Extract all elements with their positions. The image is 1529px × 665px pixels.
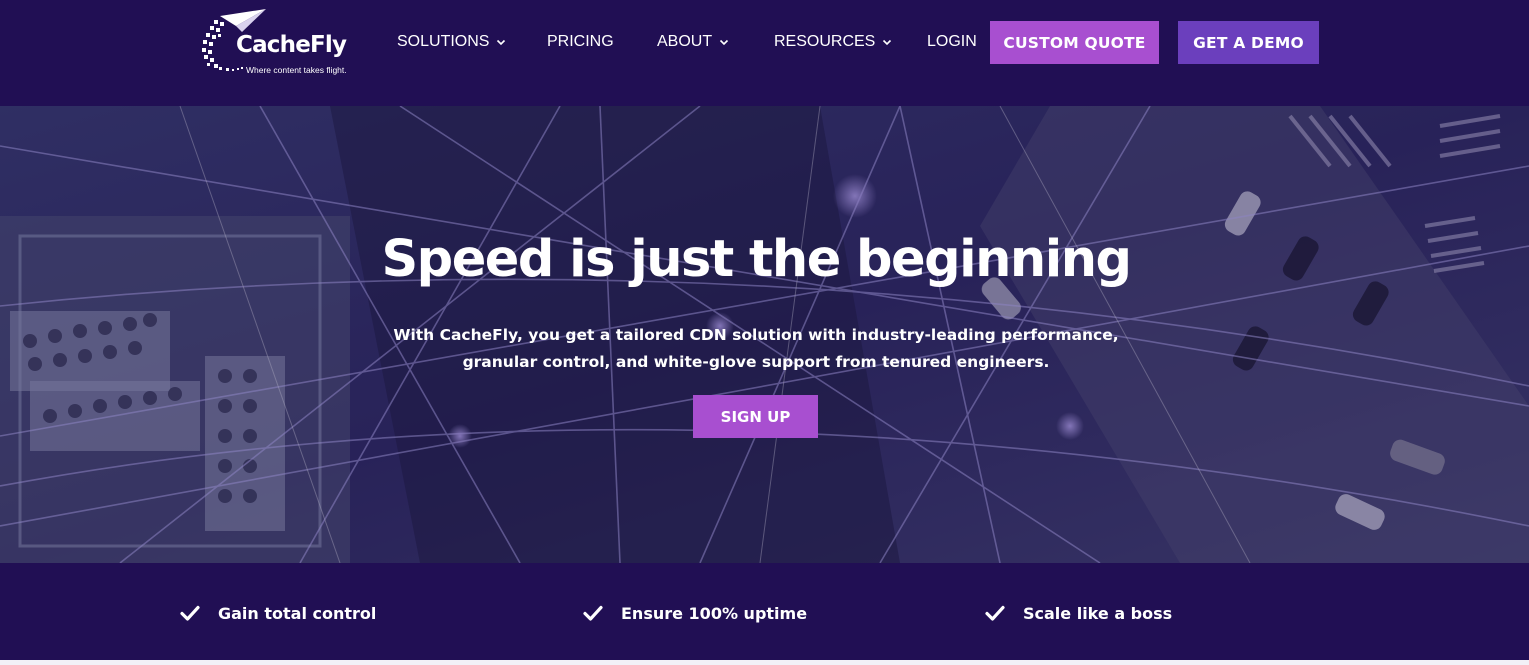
hero-subtitle: With CacheFly, you get a tailored CDN so… bbox=[393, 326, 1119, 371]
hero-section: Speed is just the beginning With CacheFl… bbox=[0, 106, 1529, 563]
feature-item: Gain total control bbox=[180, 600, 376, 626]
nav-about-label: ABOUT bbox=[657, 33, 713, 50]
feature-label: Gain total control bbox=[218, 603, 377, 623]
feature-item: Scale like a boss bbox=[985, 600, 1172, 626]
logo-tagline: Where content takes flight. bbox=[246, 65, 347, 75]
chevron-down-icon bbox=[497, 39, 506, 46]
site-header: CacheFly Where content takes flight. SOL… bbox=[0, 0, 1529, 106]
logo-wordmark: CacheFly bbox=[236, 32, 347, 58]
feature-label: Scale like a boss bbox=[1023, 603, 1173, 623]
check-icon bbox=[583, 605, 603, 621]
cachefly-logo[interactable]: CacheFly Where content takes flight. bbox=[198, 8, 363, 78]
nav-resources-label: RESOURCES bbox=[774, 33, 876, 50]
nav-solutions-label: SOLUTIONS bbox=[397, 33, 490, 50]
check-icon bbox=[180, 605, 200, 621]
nav-about[interactable]: ABOUT bbox=[657, 31, 729, 53]
check-icon bbox=[985, 605, 1005, 621]
get-a-demo-button[interactable]: GET A DEMO bbox=[1178, 21, 1319, 64]
nav-login[interactable]: LOGIN bbox=[927, 31, 977, 53]
hero-title: Speed is just the beginning bbox=[381, 230, 1132, 289]
page-bottom-strip bbox=[0, 660, 1529, 665]
sign-up-button[interactable]: SIGN UP bbox=[693, 395, 818, 438]
feature-label: Ensure 100% uptime bbox=[621, 603, 808, 623]
chevron-down-icon bbox=[720, 39, 729, 46]
chevron-down-icon bbox=[883, 39, 892, 46]
feature-item: Ensure 100% uptime bbox=[583, 600, 807, 626]
nav-login-label: LOGIN bbox=[927, 33, 977, 50]
nav-pricing[interactable]: PRICING bbox=[547, 31, 614, 53]
custom-quote-button[interactable]: CUSTOM QUOTE bbox=[990, 21, 1159, 64]
nav-resources[interactable]: RESOURCES bbox=[774, 31, 892, 53]
features-bar: Gain total control Ensure 100% uptime Sc… bbox=[0, 563, 1529, 660]
nav-solutions[interactable]: SOLUTIONS bbox=[397, 31, 506, 53]
nav-pricing-label: PRICING bbox=[547, 33, 614, 50]
